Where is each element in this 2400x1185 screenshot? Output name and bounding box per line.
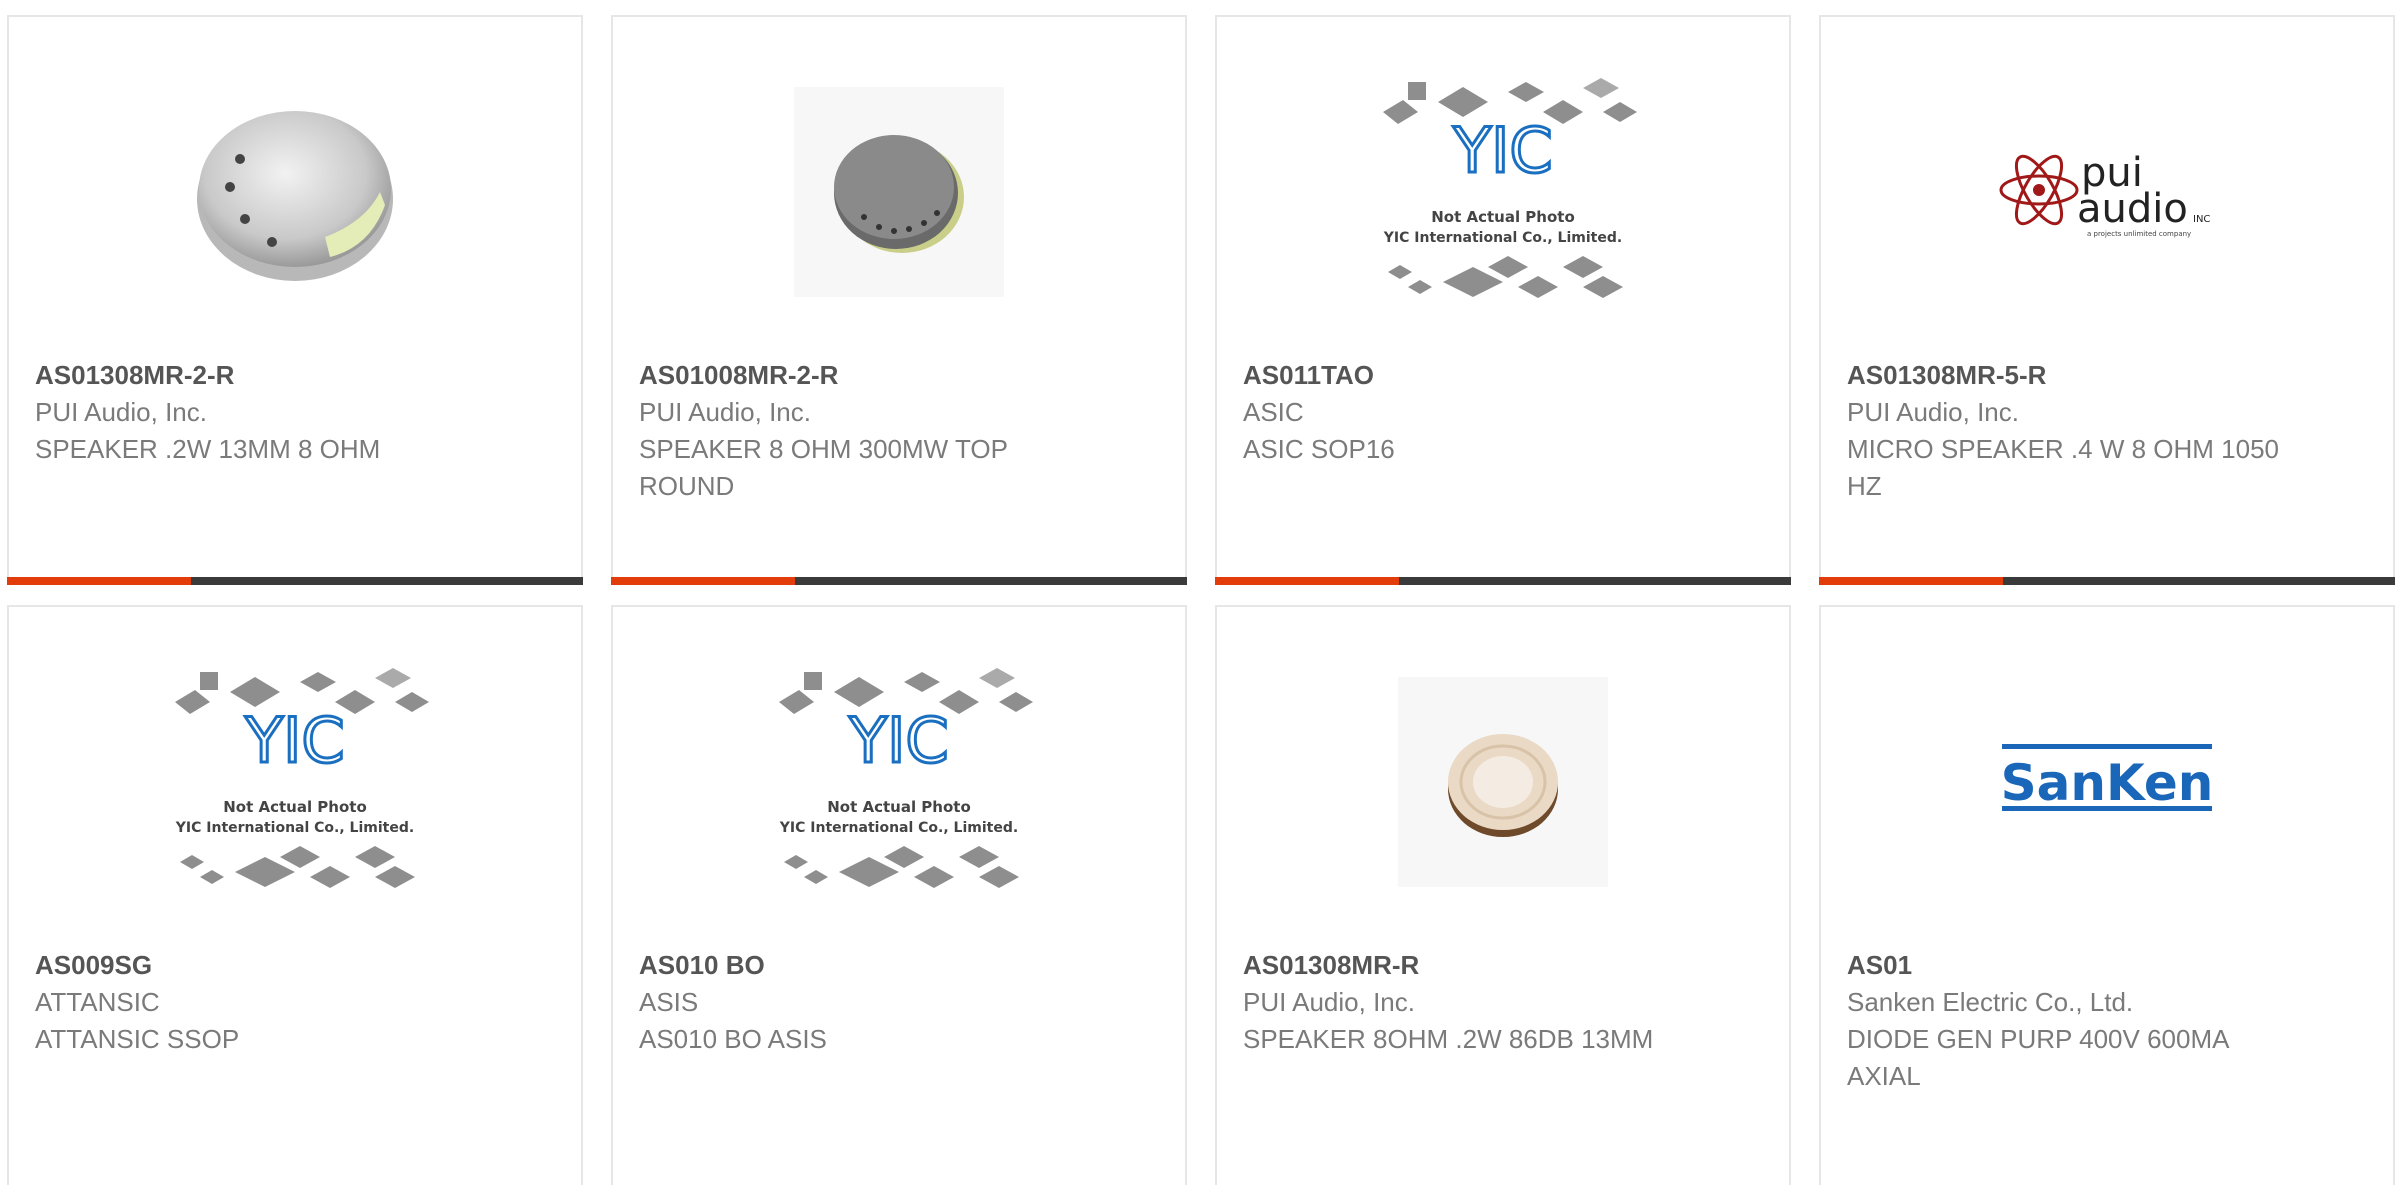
svg-text:SanKen: SanKen	[2002, 754, 2212, 812]
description: AS010 BO ASIS	[639, 1024, 827, 1054]
product-card[interactable]: YIC Not Actual Photo YIC International C…	[611, 605, 1187, 1185]
pui-audio-logo-icon: pui audio INC a projects unlimited compa…	[1999, 150, 2210, 238]
product-image[interactable]: SanKen	[1821, 667, 2393, 897]
part-number[interactable]: AS01	[1847, 947, 2367, 984]
svg-text:INC: INC	[2193, 214, 2210, 225]
manufacturer: PUI Audio, Inc.	[1847, 397, 2019, 427]
card-accent-bar	[7, 577, 583, 585]
product-card[interactable]: AS01308MR-R PUI Audio, Inc. SPEAKER 8OHM…	[1215, 605, 1791, 1185]
description: SPEAKER 8 OHM 300MW TOP ROUND	[639, 434, 1008, 501]
part-number[interactable]: AS011TAO	[1243, 357, 1763, 394]
product-image[interactable]	[613, 77, 1185, 307]
speaker-dark-photo-icon	[794, 87, 1004, 297]
manufacturer: PUI Audio, Inc.	[35, 397, 207, 427]
yic-placeholder-icon: YIC Not Actual Photo YIC International C…	[779, 668, 1033, 888]
manufacturer: ATTANSIC	[35, 987, 160, 1017]
speaker-photo-icon	[197, 111, 393, 281]
product-card[interactable]: pui audio INC a projects unlimited compa…	[1819, 15, 2395, 585]
card-accent-bar	[1819, 577, 2395, 585]
manufacturer: ASIC	[1243, 397, 1304, 427]
description: ATTANSIC SSOP	[35, 1024, 240, 1054]
product-card[interactable]: YIC Not Actual Photo YIC International C…	[7, 605, 583, 1185]
product-card[interactable]: YIC Not Actual Photo YIC International C…	[1215, 15, 1791, 585]
part-number[interactable]: AS01308MR-5-R	[1847, 357, 2367, 394]
manufacturer: ASIS	[639, 987, 699, 1017]
yic-placeholder-icon: YIC Not Actual Photo YIC International C…	[175, 668, 429, 888]
manufacturer: PUI Audio, Inc.	[1243, 987, 1415, 1017]
sanken-logo-icon: SanKen	[2002, 744, 2212, 812]
product-image[interactable]	[9, 77, 581, 307]
product-image[interactable]: YIC Not Actual Photo YIC International C…	[613, 667, 1185, 897]
description: SPEAKER .2W 13MM 8 OHM	[35, 434, 381, 464]
svg-text:YIC International Co., Limited: YIC International Co., Limited.	[1383, 230, 1622, 246]
svg-text:YIC International Co., Limited: YIC International Co., Limited.	[779, 820, 1018, 836]
yic-logo: YIC	[244, 704, 344, 777]
speaker-ring-photo-icon	[1398, 677, 1608, 887]
svg-text:a projects unlimited company: a projects unlimited company	[2087, 230, 2191, 238]
card-accent-bar	[611, 577, 1187, 585]
manufacturer: Sanken Electric Co., Ltd.	[1847, 987, 2134, 1017]
part-number[interactable]: AS009SG	[35, 947, 555, 984]
card-accent-bar	[1215, 577, 1791, 585]
part-number[interactable]: AS01008MR-2-R	[639, 357, 1159, 394]
manufacturer: PUI Audio, Inc.	[639, 397, 811, 427]
svg-text:Not Actual Photo: Not Actual Photo	[827, 798, 971, 816]
product-card[interactable]: AS01308MR-2-R PUI Audio, Inc. SPEAKER .2…	[7, 15, 583, 585]
product-image[interactable]: YIC Not Actual Photo YIC International C…	[1217, 77, 1789, 307]
svg-text:Not Actual Photo: Not Actual Photo	[223, 798, 367, 816]
product-card[interactable]: SanKen AS01 Sanken Electric Co., Ltd. DI…	[1819, 605, 2395, 1185]
description: SPEAKER 8OHM .2W 86DB 13MM	[1243, 1024, 1654, 1054]
description: MICRO SPEAKER .4 W 8 OHM 1050 HZ	[1847, 434, 2280, 501]
yic-logo: YIC	[1452, 114, 1552, 187]
part-number[interactable]: AS01308MR-R	[1243, 947, 1763, 984]
svg-text:YIC International Co., Limited: YIC International Co., Limited.	[175, 820, 414, 836]
svg-text:audio: audio	[2077, 186, 2188, 232]
description: ASIC SOP16	[1243, 434, 1395, 464]
product-image[interactable]: YIC Not Actual Photo YIC International C…	[9, 667, 581, 897]
part-number[interactable]: AS01308MR-2-R	[35, 357, 555, 394]
product-grid: AS01308MR-2-R PUI Audio, Inc. SPEAKER .2…	[0, 0, 2400, 1185]
product-image[interactable]	[1217, 667, 1789, 897]
product-card[interactable]: AS01008MR-2-R PUI Audio, Inc. SPEAKER 8 …	[611, 15, 1187, 585]
product-image[interactable]: pui audio INC a projects unlimited compa…	[1821, 77, 2393, 307]
yic-placeholder-icon: YIC Not Actual Photo YIC International C…	[1383, 78, 1637, 298]
part-number[interactable]: AS010 BO	[639, 947, 1159, 984]
yic-logo: YIC	[848, 704, 948, 777]
svg-text:Not Actual Photo: Not Actual Photo	[1431, 208, 1575, 226]
description: DIODE GEN PURP 400V 600MA AXIAL	[1847, 1024, 2229, 1091]
